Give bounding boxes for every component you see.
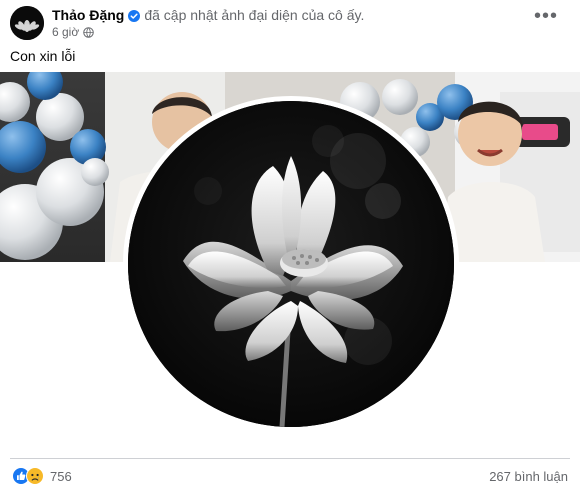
post-timestamp[interactable]: 6 giờ: [52, 25, 79, 39]
verified-badge-icon: [128, 9, 141, 22]
reactions-summary[interactable]: 756: [12, 467, 72, 485]
reaction-count[interactable]: 756: [50, 469, 72, 484]
globe-icon: [83, 26, 94, 38]
author-name[interactable]: Thảo Đặng: [52, 7, 124, 23]
footer-divider: [10, 458, 570, 459]
comment-count[interactable]: 267 bình luận: [489, 469, 568, 484]
post-action-text: đã cập nhật ảnh đại diện của cô ấy.: [144, 7, 365, 23]
sad-icon: [26, 467, 44, 485]
profile-photo[interactable]: [128, 101, 454, 427]
author-avatar[interactable]: [10, 6, 44, 40]
more-options-icon[interactable]: •••: [534, 6, 558, 26]
post-caption: Con xin lỗi: [10, 48, 76, 64]
post-header: Thảo Đặng đã cập nhật ảnh đại diện của c…: [10, 6, 364, 40]
